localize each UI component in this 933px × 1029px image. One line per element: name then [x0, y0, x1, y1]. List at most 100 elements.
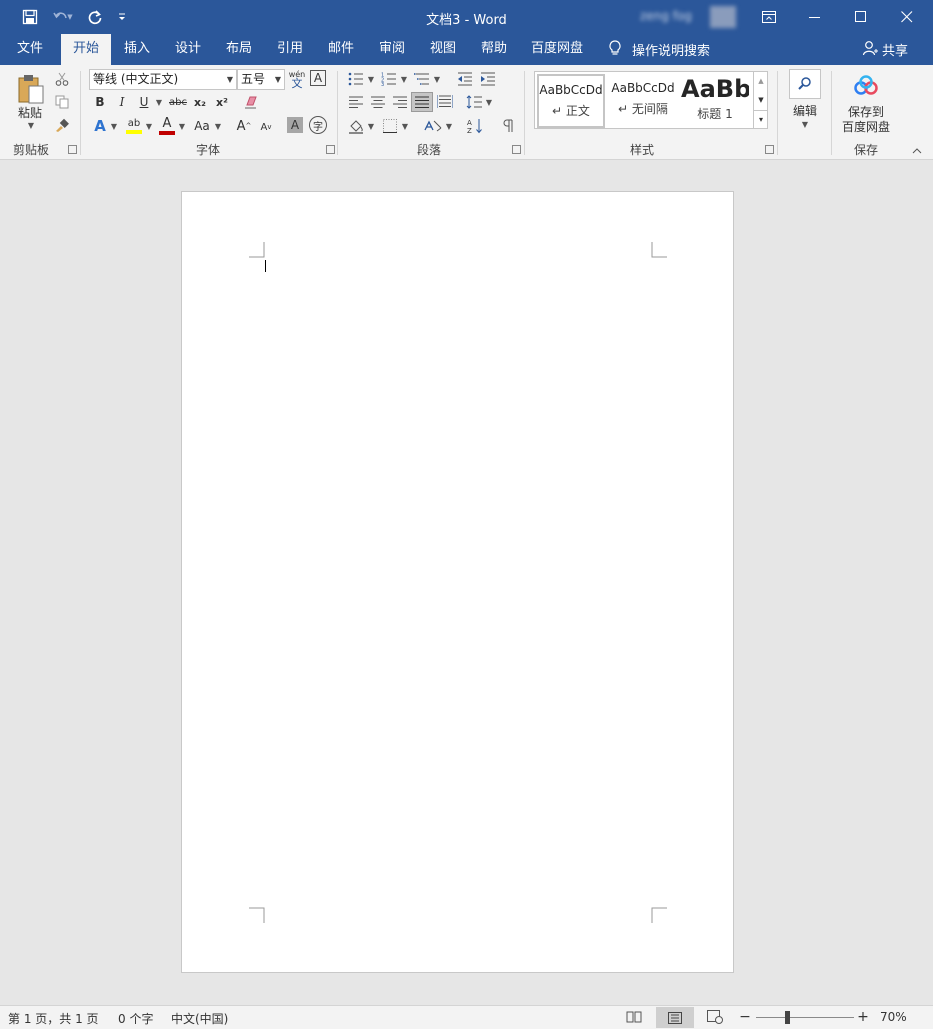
tell-me-search[interactable]: 操作说明搜索	[608, 34, 710, 65]
multilevel-list-dropdown-icon[interactable]: ▼	[432, 73, 442, 85]
minimize-icon[interactable]	[792, 0, 838, 34]
tab-insert[interactable]: 插入	[115, 34, 159, 65]
align-left-icon[interactable]	[346, 93, 366, 111]
bold-button[interactable]: B	[92, 93, 108, 111]
numbering-dropdown-icon[interactable]: ▼	[399, 73, 409, 85]
tab-baidu-netdisk[interactable]: 百度网盘	[526, 34, 588, 65]
save-to-baidu-line2[interactable]: 百度网盘	[836, 119, 896, 134]
styles-more-icon[interactable]: ▾	[754, 110, 768, 128]
style-normal[interactable]: AaBbCcDd ↵ 正文	[537, 74, 605, 128]
highlight-button[interactable]: ab	[123, 114, 145, 136]
chinese-layout-icon[interactable]	[422, 116, 444, 136]
styles-scroll-up-icon[interactable]: ▲	[754, 72, 768, 90]
ribbon-display-icon[interactable]	[746, 0, 792, 34]
page-count[interactable]: 第 1 页，共 1 页	[8, 1010, 99, 1027]
align-center-icon[interactable]	[368, 93, 388, 111]
align-right-icon[interactable]	[390, 93, 410, 111]
subscript-button[interactable]: x₂	[190, 93, 210, 111]
tab-references[interactable]: 引用	[268, 34, 312, 65]
justify-icon[interactable]	[411, 92, 433, 112]
zoom-slider-thumb[interactable]	[785, 1011, 790, 1024]
tab-design[interactable]: 设计	[166, 34, 210, 65]
tab-view[interactable]: 视图	[421, 34, 465, 65]
increase-indent-icon[interactable]	[478, 70, 498, 88]
character-border-icon[interactable]: A	[310, 70, 326, 86]
zoom-level[interactable]: 70%	[880, 1010, 907, 1024]
style-heading-1[interactable]: AaBb 标题 1	[681, 74, 749, 128]
baidu-netdisk-icon[interactable]	[850, 73, 882, 99]
tab-file[interactable]: 文件	[8, 34, 52, 65]
tab-layout[interactable]: 布局	[217, 34, 261, 65]
print-layout-icon[interactable]	[656, 1007, 694, 1028]
grow-font-button[interactable]: A ^	[235, 116, 253, 136]
save-icon[interactable]	[19, 7, 41, 27]
format-painter-icon[interactable]	[53, 116, 71, 134]
clipboard-launcher-icon[interactable]	[68, 145, 77, 154]
sort-icon[interactable]: AZ	[465, 116, 485, 136]
zoom-slider-track[interactable]	[756, 1017, 854, 1018]
change-case-button[interactable]: Aa	[191, 116, 213, 136]
font-size-combo[interactable]: 五号 ▼	[237, 69, 285, 90]
enclose-characters-button[interactable]: 字	[309, 116, 327, 134]
underline-dropdown-icon[interactable]: ▼	[154, 95, 164, 109]
language-indicator[interactable]: 中文(中国)	[171, 1010, 228, 1027]
document-page[interactable]	[181, 191, 734, 973]
read-mode-icon[interactable]	[623, 1008, 645, 1026]
paste-label[interactable]: 粘贴	[10, 104, 50, 120]
font-launcher-icon[interactable]	[326, 145, 335, 154]
undo-dropdown-icon[interactable]: ▼	[64, 7, 76, 27]
editing-dropdown-icon[interactable]: ▼	[800, 119, 810, 129]
borders-dropdown-icon[interactable]: ▼	[400, 120, 410, 132]
phonetic-guide-icon[interactable]: wén 文	[288, 68, 306, 90]
superscript-button[interactable]: x²	[212, 93, 232, 111]
underline-button[interactable]: U	[136, 93, 152, 111]
avatar[interactable]	[710, 6, 736, 28]
highlight-dropdown-icon[interactable]: ▼	[144, 120, 154, 132]
collapse-ribbon-icon[interactable]	[910, 145, 924, 157]
font-color-button[interactable]: A	[157, 114, 177, 136]
zoom-out-icon[interactable]: −	[738, 1008, 752, 1026]
line-spacing-icon[interactable]	[465, 93, 483, 111]
tab-review[interactable]: 审阅	[370, 34, 414, 65]
share-button[interactable]: 共享	[862, 34, 908, 65]
strikethrough-button[interactable]: abc	[167, 93, 189, 111]
tab-mailings[interactable]: 邮件	[319, 34, 363, 65]
styles-launcher-icon[interactable]	[765, 145, 774, 154]
show-hide-marks-icon[interactable]	[498, 116, 518, 136]
chinese-layout-dropdown-icon[interactable]: ▼	[444, 120, 454, 132]
styles-scroll-down-icon[interactable]: ▼	[754, 91, 768, 109]
paste-dropdown-icon[interactable]: ▼	[24, 120, 38, 130]
tab-help[interactable]: 帮助	[472, 34, 516, 65]
paste-icon[interactable]	[13, 71, 49, 107]
italic-button[interactable]: I	[114, 93, 130, 111]
change-case-dropdown-icon[interactable]: ▼	[213, 120, 223, 132]
find-icon[interactable]	[789, 69, 821, 99]
font-color-dropdown-icon[interactable]: ▼	[177, 120, 187, 132]
copy-icon[interactable]	[53, 93, 71, 111]
save-to-baidu-line1[interactable]: 保存到	[836, 104, 896, 119]
close-icon[interactable]	[884, 0, 930, 34]
cut-icon[interactable]	[53, 70, 71, 88]
numbering-icon[interactable]: 123	[379, 70, 399, 88]
redo-icon[interactable]	[84, 7, 106, 27]
maximize-icon[interactable]	[838, 0, 884, 34]
web-layout-icon[interactable]	[704, 1008, 726, 1026]
font-name-combo[interactable]: 等线 (中文正文) ▼	[89, 69, 237, 90]
character-shading-button[interactable]: A	[287, 117, 303, 133]
clear-formatting-icon[interactable]	[242, 93, 262, 111]
customize-qat-icon[interactable]	[113, 7, 131, 27]
distributed-icon[interactable]	[435, 93, 455, 111]
bullets-icon[interactable]	[346, 70, 366, 88]
text-effects-dropdown-icon[interactable]: ▼	[109, 120, 119, 132]
paragraph-launcher-icon[interactable]	[512, 145, 521, 154]
borders-icon[interactable]	[380, 116, 400, 136]
style-no-spacing[interactable]: AaBbCcDd ↵ 无间隔	[609, 74, 677, 128]
zoom-in-icon[interactable]: +	[856, 1008, 870, 1026]
text-effects-button[interactable]: A	[91, 116, 109, 136]
decrease-indent-icon[interactable]	[455, 70, 475, 88]
tab-home[interactable]: 开始	[61, 34, 111, 65]
word-count[interactable]: 0 个字	[118, 1010, 153, 1027]
user-name[interactable]: zeng fog	[640, 9, 692, 23]
line-spacing-dropdown-icon[interactable]: ▼	[484, 96, 494, 108]
shading-icon[interactable]	[346, 116, 366, 136]
